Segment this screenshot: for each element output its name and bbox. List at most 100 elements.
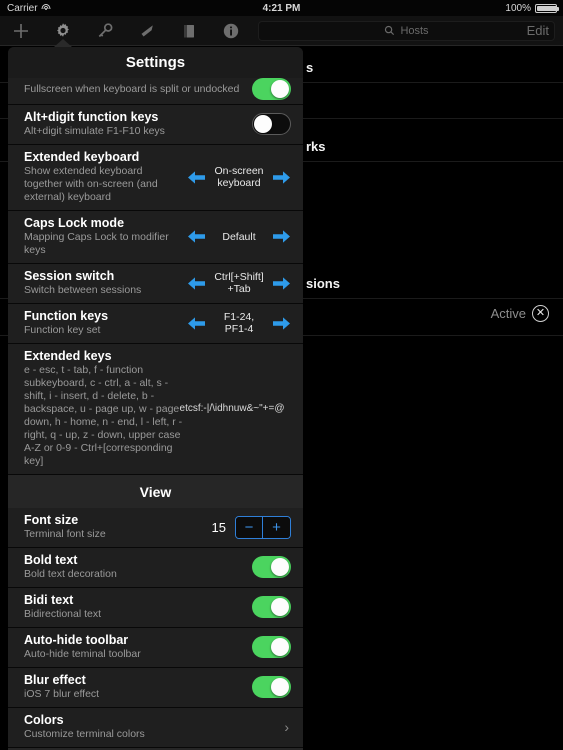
- row-control: F1-24, PF1-4: [187, 311, 291, 335]
- arrow-right-icon[interactable]: [272, 170, 291, 185]
- selector-value: F1-24, PF1-4: [223, 311, 255, 335]
- arrow-right-icon[interactable]: [272, 229, 291, 244]
- row-text-block: Session switch Switch between sessions: [24, 269, 179, 297]
- key-icon[interactable]: [84, 16, 126, 46]
- row-text-block: Auto-hide toolbar Auto-hide teminal toolb…: [24, 633, 244, 661]
- row-control: [252, 596, 291, 618]
- row-title: Auto-hide toolbar: [24, 633, 129, 647]
- arrow-selector-session-switch: Ctrl[+Shift]+Tab: [187, 271, 291, 295]
- section-header-view: View: [8, 475, 303, 508]
- row-subtitle: Fullscreen when keyboard is split or und…: [24, 83, 240, 95]
- row-subtitle: Bidirectional text: [24, 608, 102, 620]
- active-session-status: Active ✕: [491, 305, 549, 322]
- row-subtitle: Bold text decoration: [24, 568, 117, 580]
- selector-value: Default: [222, 230, 256, 243]
- row-subtitle: Auto-hide teminal toolbar: [24, 648, 141, 660]
- settings-row-bold-text[interactable]: Bold text Bold text decoration: [8, 548, 303, 588]
- search-placeholder: Hosts: [400, 24, 429, 37]
- close-circle-icon[interactable]: ✕: [532, 305, 549, 322]
- row-control: [252, 636, 291, 658]
- row-title: Extended keyboard: [24, 150, 140, 164]
- settings-row-font-size[interactable]: Font size Terminal font size 15− +: [8, 508, 303, 548]
- toggle-bold-text[interactable]: [252, 556, 291, 578]
- row-text-block: Blur effect iOS 7 blur effect: [24, 673, 244, 701]
- battery-full-icon: [535, 3, 559, 13]
- toggle-knob: [271, 79, 289, 98]
- selector-value: Ctrl[+Shift]+Tab: [214, 271, 264, 295]
- settings-row-caps-lock-mode[interactable]: Caps Lock mode Mapping Caps Lock to modif…: [8, 211, 303, 264]
- row-control: etcsf:-|/\idhnuw&~"+=@: [173, 403, 291, 415]
- row-text-block: Bidi text Bidirectional text: [24, 593, 244, 621]
- row-control: [252, 556, 291, 578]
- selector-value: On-screen keyboard: [214, 165, 264, 189]
- settings-popover: Settings Fullscreen when keyboard is spl…: [8, 47, 303, 750]
- settings-row-function-keys[interactable]: Function keys Function key set F1-24, PF1-…: [8, 304, 303, 344]
- row-subtitle: Switch between sessions: [24, 284, 142, 296]
- row-title: Bold text: [24, 553, 78, 567]
- row-control: [252, 113, 291, 135]
- add-icon[interactable]: [0, 16, 42, 46]
- settings-row-fullscreen-keyboard[interactable]: Fullscreen when keyboard is split or und…: [8, 78, 303, 105]
- row-title: Blur effect: [24, 673, 86, 687]
- settings-row-blur-effect[interactable]: Blur effect iOS 7 blur effect: [8, 668, 303, 708]
- popover-title: Settings: [8, 47, 303, 78]
- row-control: On-screen keyboard: [187, 165, 291, 189]
- settings-row-alt-digit-function-keys[interactable]: Alt+digit function keys Alt+digit simulat…: [8, 105, 303, 145]
- settings-row-bidi-text[interactable]: Bidi text Bidirectional text: [8, 588, 303, 628]
- arrow-left-icon[interactable]: [187, 170, 206, 185]
- search-input[interactable]: Hosts: [258, 20, 555, 41]
- row-text-block: Alt+digit function keys Alt+digit simulat…: [24, 110, 244, 138]
- toggle-knob: [271, 637, 289, 656]
- row-subtitle: Function key set: [24, 324, 101, 336]
- arrow-right-icon[interactable]: [272, 316, 291, 331]
- bg-item-fragment: rks: [306, 139, 326, 154]
- row-title: Bidi text: [24, 593, 74, 607]
- toggle-fullscreen-keyboard[interactable]: [252, 78, 291, 100]
- toggle-knob: [271, 597, 289, 616]
- info-icon[interactable]: [210, 16, 252, 46]
- font-size-value: 15: [211, 519, 226, 535]
- arrow-right-icon[interactable]: [272, 276, 291, 291]
- arrow-selector-caps-lock-mode: Default: [187, 229, 291, 244]
- row-control: Default: [187, 229, 291, 244]
- row-subtitle: Alt+digit simulate F1-F10 keys: [24, 125, 165, 137]
- settings-row-auto-hide-toolbar[interactable]: Auto-hide toolbar Auto-hide teminal toolb…: [8, 628, 303, 668]
- row-title: Colors: [24, 713, 64, 727]
- settings-group: Fullscreen when keyboard is split or und…: [8, 78, 303, 475]
- settings-row-colors[interactable]: Colors Customize terminal colors ›: [8, 708, 303, 748]
- row-text-block: Extended keyboard Show extended keyboard …: [24, 150, 179, 204]
- clock-label: 4:21 PM: [262, 2, 301, 14]
- settings-row-session-switch[interactable]: Session switch Switch between sessions Ctr…: [8, 264, 303, 304]
- row-text-block: Bold text Bold text decoration: [24, 553, 244, 581]
- row-subtitle: e - esc, t - tab, f - function subkeyboa…: [24, 364, 183, 467]
- stepper-decrement-button[interactable]: −: [236, 516, 263, 538]
- main-toolbar: Hosts Edit: [0, 16, 563, 46]
- toggle-blur-effect[interactable]: [252, 676, 291, 698]
- row-text-block: Fullscreen when keyboard is split or und…: [24, 82, 244, 96]
- arrow-left-icon[interactable]: [187, 276, 206, 291]
- row-title: Alt+digit function keys: [24, 110, 159, 124]
- settings-gear-icon[interactable]: [42, 16, 84, 46]
- settings-list[interactable]: Fullscreen when keyboard is split or und…: [8, 78, 303, 750]
- stepper-control: − +: [235, 515, 291, 539]
- stepper-increment-button[interactable]: +: [263, 516, 290, 538]
- bg-sessions-fragment: sions: [306, 276, 340, 291]
- arrow-left-icon[interactable]: [187, 316, 206, 331]
- chevron-right-icon[interactable]: ›: [284, 719, 291, 735]
- arrow-selector-extended-keyboard: On-screen keyboard: [187, 165, 291, 189]
- toolbar-icon-group: [0, 16, 252, 46]
- book-icon[interactable]: [168, 16, 210, 46]
- settings-row-extended-keyboard[interactable]: Extended keyboard Show extended keyboard …: [8, 145, 303, 211]
- row-title: Caps Lock mode: [24, 216, 125, 230]
- row-title: Font size: [24, 513, 79, 527]
- arrow-left-icon[interactable]: [187, 229, 206, 244]
- row-control: Ctrl[+Shift]+Tab: [187, 271, 291, 295]
- tag-icon[interactable]: [126, 16, 168, 46]
- settings-row-extended-keys[interactable]: Extended keys e - esc, t - tab, f - funct…: [8, 344, 303, 475]
- status-bar-right: 100%: [505, 2, 559, 14]
- edit-button[interactable]: Edit: [527, 23, 549, 38]
- toggle-bidi-text[interactable]: [252, 596, 291, 618]
- toggle-alt-digit-function-keys[interactable]: [252, 113, 291, 135]
- battery-percent-label: 100%: [505, 2, 531, 14]
- toggle-auto-hide-toolbar[interactable]: [252, 636, 291, 658]
